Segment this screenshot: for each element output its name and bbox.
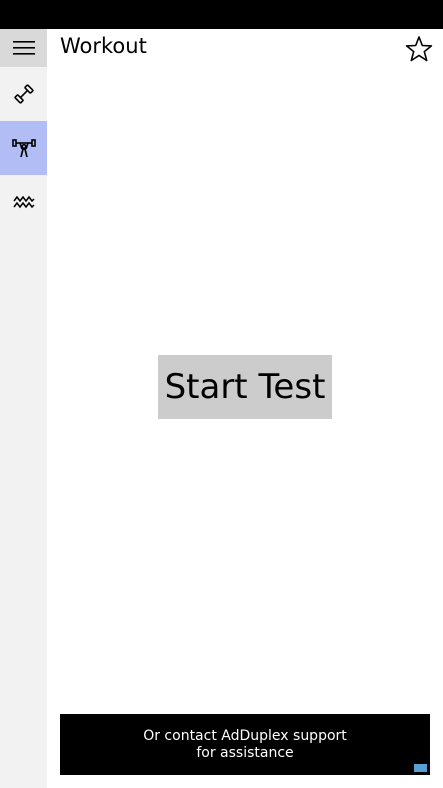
ad-text-line1: Or contact AdDuplex support [143, 727, 347, 744]
status-bar [0, 0, 443, 29]
wave-chart-icon [12, 195, 35, 209]
start-test-button[interactable]: Start Test [158, 355, 332, 419]
favorite-button[interactable] [402, 33, 436, 65]
ad-badge-icon [414, 764, 427, 772]
hamburger-menu-button[interactable] [0, 29, 47, 67]
page-title: Workout [60, 34, 147, 58]
ad-text-line2: for assistance [196, 744, 294, 761]
sidebar-item-test[interactable] [0, 121, 47, 175]
start-test-label: Start Test [164, 367, 326, 407]
ad-banner[interactable]: Or contact AdDuplex support for assistan… [60, 714, 430, 775]
dumbbell-icon [13, 84, 34, 104]
star-outline-icon [405, 36, 433, 62]
sidebar-item-exercises[interactable] [0, 67, 47, 121]
sidebar [0, 29, 47, 788]
hamburger-icon [12, 41, 35, 55]
weightlifter-icon [11, 139, 36, 158]
sidebar-item-progress[interactable] [0, 175, 47, 229]
